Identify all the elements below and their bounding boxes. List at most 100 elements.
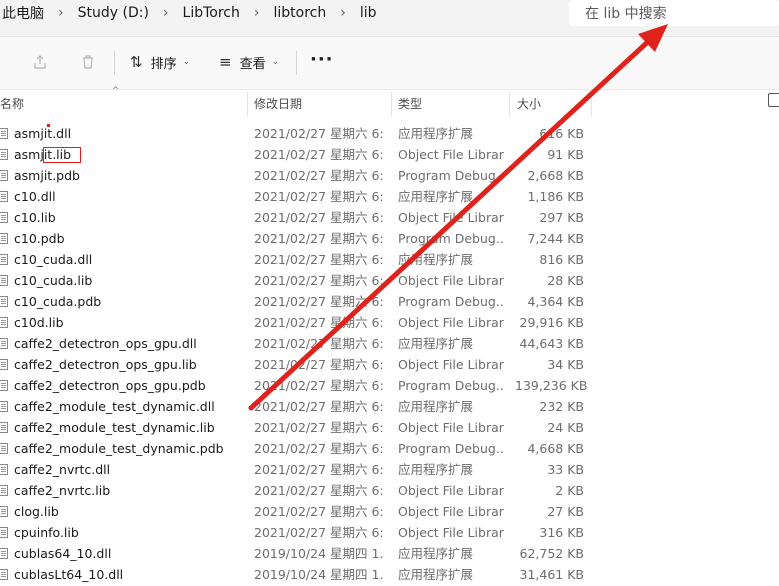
- file-name: asmjit.pdb: [14, 168, 80, 183]
- file-type: Program Debug...: [398, 441, 504, 456]
- chevron-right-icon: ›: [340, 5, 346, 21]
- chevron-down-icon: ⌄: [271, 57, 280, 67]
- file-size: 2 KB: [555, 483, 584, 498]
- breadcrumb-lib[interactable]: lib: [358, 5, 379, 21]
- column-divider[interactable]: [391, 92, 392, 117]
- file-type: 应用程序扩展: [398, 462, 474, 477]
- file-date: 2021/02/27 星期六 6:...: [254, 420, 384, 435]
- file-date: 2021/02/27 星期六 6:...: [254, 189, 384, 204]
- file-size: 4,668 KB: [527, 441, 584, 456]
- file-name: caffe2_detectron_ops_gpu.pdb: [14, 378, 206, 393]
- breadcrumb-this-pc[interactable]: 此电脑: [0, 3, 46, 23]
- table-row[interactable]: caffe2_module_test_dynamic.lib 2021/02/27…: [0, 417, 779, 438]
- file-date: 2021/02/27 星期六 6:...: [254, 168, 384, 183]
- table-row[interactable]: c10.dll 2021/02/27 星期六 6:... 应用程序扩展 1,186 K…: [0, 186, 779, 207]
- file-date: 2021/02/27 星期六 6:...: [254, 357, 384, 372]
- table-row[interactable]: asmjit.dll 2021/02/27 星期六 6:... 应用程序扩展 616 …: [0, 123, 779, 144]
- file-name: caffe2_detectron_ops_gpu.dll: [14, 336, 197, 351]
- file-icon: [0, 254, 8, 265]
- file-size: 44,643 KB: [519, 336, 584, 351]
- table-row[interactable]: caffe2_detectron_ops_gpu.dll 2021/02/27 星…: [0, 333, 779, 354]
- file-icon: [0, 506, 8, 517]
- table-row[interactable]: c10_cuda.pdb 2021/02/27 星期六 6:... Program …: [0, 291, 779, 312]
- table-row[interactable]: c10.lib 2021/02/27 星期六 6:... Object File L…: [0, 207, 779, 228]
- chevron-right-icon: ›: [253, 5, 260, 21]
- column-divider[interactable]: [247, 92, 248, 117]
- file-name: c10.dll: [14, 189, 56, 204]
- table-row[interactable]: asmjit.lib 2021/02/27 星期六 6:... Object Fil…: [0, 144, 779, 165]
- file-size: 232 KB: [539, 399, 584, 414]
- table-row[interactable]: caffe2_detectron_ops_gpu.pdb 2021/02/27 星…: [0, 375, 779, 396]
- file-type: Object File Library: [398, 357, 504, 372]
- file-size: 24 KB: [547, 420, 584, 435]
- table-row[interactable]: caffe2_nvrtc.lib 2021/02/27 星期六 6:... Obje…: [0, 480, 779, 501]
- file-size: 28 KB: [547, 273, 584, 288]
- file-icon: [0, 296, 8, 307]
- file-type: 应用程序扩展: [398, 189, 474, 204]
- file-type: Object File Library: [398, 315, 504, 330]
- table-row[interactable]: c10_cuda.dll 2021/02/27 星期六 6:... 应用程序扩展 81…: [0, 249, 779, 270]
- sort-button[interactable]: ⇅ 排序 ⌄: [130, 51, 190, 73]
- column-name[interactable]: 名称: [0, 89, 24, 119]
- breadcrumb-libtorch-parent[interactable]: LibTorch: [181, 5, 242, 21]
- column-divider[interactable]: [591, 92, 592, 117]
- table-row[interactable]: clog.lib 2021/02/27 星期六 6:... Object File …: [0, 501, 779, 522]
- file-date: 2021/02/27 星期六 6:...: [254, 252, 384, 267]
- column-size[interactable]: 大小: [517, 89, 541, 119]
- table-row[interactable]: caffe2_module_test_dynamic.pdb 2021/02/27…: [0, 438, 779, 459]
- file-type: 应用程序扩展: [398, 126, 474, 141]
- breadcrumb-study-drive[interactable]: Study (D:): [76, 5, 151, 21]
- share-icon[interactable]: [30, 52, 50, 72]
- file-icon: [0, 464, 8, 475]
- file-type: Object File Library: [398, 504, 504, 519]
- file-name: c10_cuda.lib: [14, 273, 93, 288]
- file-name: caffe2_module_test_dynamic.pdb: [14, 441, 224, 456]
- column-divider[interactable]: [509, 92, 510, 117]
- breadcrumb-libtorch[interactable]: libtorch: [271, 5, 328, 21]
- file-date: 2021/02/27 星期六 6:...: [254, 231, 384, 246]
- file-date: 2021/02/27 星期六 6:...: [254, 294, 384, 309]
- file-size: 62,752 KB: [519, 546, 584, 561]
- file-size: 316 KB: [539, 525, 584, 540]
- file-name: caffe2_nvrtc.dll: [14, 462, 111, 477]
- view-list-icon: ≡: [219, 53, 232, 71]
- table-row[interactable]: cpuinfo.lib 2021/02/27 星期六 6:... Object Fi…: [0, 522, 779, 543]
- toolbar-divider: [114, 51, 115, 75]
- table-row[interactable]: asmjit.pdb 2021/02/27 星期六 6:... Program De…: [0, 165, 779, 186]
- file-date: 2021/02/27 星期六 6:...: [254, 483, 384, 498]
- file-name: cublasLt64_10.dll: [14, 567, 124, 582]
- delete-icon[interactable]: [78, 52, 98, 72]
- table-row[interactable]: c10d.lib 2021/02/27 星期六 6:... Object File …: [0, 312, 779, 333]
- view-label: 查看: [239, 56, 266, 72]
- table-row[interactable]: cublas64_10.dll 2019/10/24 星期四 1... 应用程序扩展…: [0, 543, 779, 564]
- file-type: 应用程序扩展: [398, 252, 474, 267]
- table-row[interactable]: caffe2_module_test_dynamic.dll 2021/02/27…: [0, 396, 779, 417]
- file-size: 297 KB: [539, 210, 584, 225]
- file-size: 31,461 KB: [519, 567, 584, 582]
- file-name: caffe2_detectron_ops_gpu.lib: [14, 357, 197, 372]
- file-icon: [0, 401, 8, 412]
- file-icon: [0, 170, 8, 181]
- table-row[interactable]: c10_cuda.lib 2021/02/27 星期六 6:... Object F…: [0, 270, 779, 291]
- file-icon: [0, 212, 8, 223]
- table-row[interactable]: caffe2_detectron_ops_gpu.lib 2021/02/27 星…: [0, 354, 779, 375]
- table-row[interactable]: caffe2_nvrtc.dll 2021/02/27 星期六 6:... 应用程序…: [0, 459, 779, 480]
- file-icon: [0, 191, 8, 202]
- file-size: 616 KB: [539, 126, 584, 141]
- chevron-right-icon: ›: [162, 5, 169, 21]
- file-size: 2,668 KB: [527, 168, 584, 183]
- column-type[interactable]: 类型: [398, 89, 422, 119]
- table-row[interactable]: cublasLt64_10.dll 2019/10/24 星期四 1... 应用程序…: [0, 564, 779, 585]
- column-date[interactable]: 修改日期: [254, 89, 302, 119]
- more-options-button[interactable]: ···: [310, 49, 334, 70]
- file-type: 应用程序扩展: [398, 336, 474, 351]
- file-name: caffe2_nvrtc.lib: [14, 483, 111, 498]
- chevron-right-icon: ›: [58, 5, 64, 21]
- address-bar: 此电脑 › Study (D:) › LibTorch › libtorch ›…: [0, 0, 779, 37]
- file-name: caffe2_module_test_dynamic.lib: [14, 420, 215, 435]
- file-type: Program Debug...: [398, 294, 504, 309]
- table-row[interactable]: c10.pdb 2021/02/27 星期六 6:... Program Debug…: [0, 228, 779, 249]
- view-button[interactable]: ≡ 查看 ⌄: [219, 51, 279, 73]
- file-size: 34 KB: [547, 357, 584, 372]
- search-input[interactable]: 在 lib 中搜索: [569, 0, 779, 26]
